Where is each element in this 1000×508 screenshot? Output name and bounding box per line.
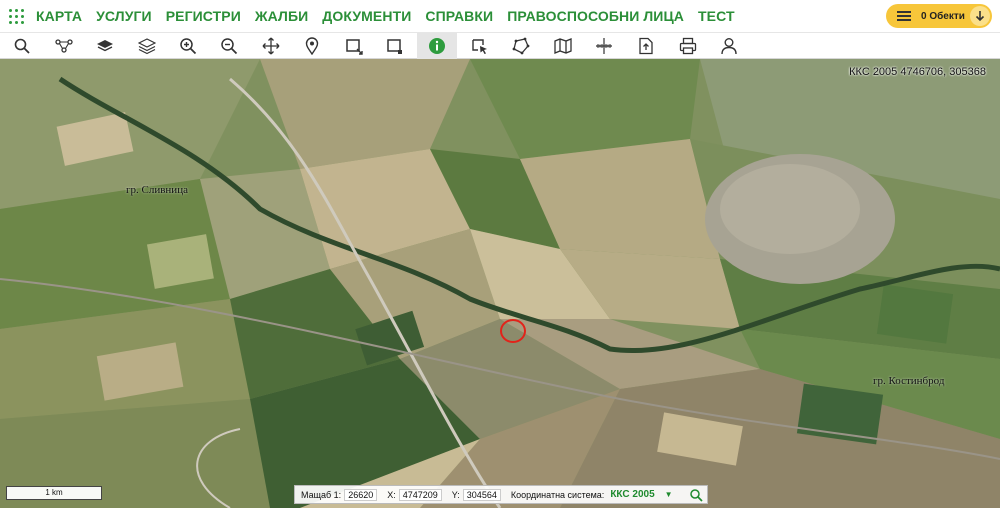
user-icon[interactable]	[709, 33, 749, 59]
hamburger-icon	[897, 9, 911, 23]
arrow-down-icon[interactable]	[970, 6, 990, 26]
map-toolbar	[0, 32, 1000, 59]
select-rectangle-icon[interactable]	[334, 33, 374, 59]
y-label: Y:	[451, 489, 460, 500]
layers-icon[interactable]	[127, 33, 167, 59]
zoom-out-icon[interactable]	[209, 33, 249, 59]
menu-item-map[interactable]: КАРТА	[36, 8, 82, 24]
coordinate-system-select[interactable]: ККС 2005	[610, 489, 654, 500]
menu-item-registers[interactable]: РЕГИСТРИ	[166, 8, 241, 24]
search-icon[interactable]	[2, 33, 42, 59]
pan-icon[interactable]	[251, 33, 291, 59]
scale-value-field[interactable]: 26620	[344, 488, 378, 501]
print-icon[interactable]	[668, 33, 708, 59]
x-value-field[interactable]: 4747209	[398, 488, 442, 501]
place-label-slivnitsa: гр. Сливница	[126, 184, 188, 196]
search-icon[interactable]	[689, 488, 703, 502]
menu-item-complaints[interactable]: ЖАЛБИ	[255, 8, 308, 24]
menu-item-test[interactable]: ТЕСТ	[698, 8, 735, 24]
zoom-in-icon[interactable]	[168, 33, 208, 59]
place-label-kostinbrod: гр. Костинброд	[873, 375, 945, 387]
top-navigation: КАРТА УСЛУГИ РЕГИСТРИ ЖАЛБИ ДОКУМЕНТИ СП…	[0, 0, 1000, 32]
coordinate-readout: ККС 2005 4746706, 305368	[849, 66, 986, 78]
grid-dots-icon[interactable]	[6, 0, 32, 32]
objects-button-label: 0 Обекти	[921, 10, 965, 22]
select-clear-icon[interactable]	[375, 33, 415, 59]
location-marker[interactable]	[500, 319, 526, 343]
identify-parcel-icon[interactable]	[460, 33, 500, 59]
base-layers-icon[interactable]	[85, 33, 125, 59]
menu-item-documents[interactable]: ДОКУМЕНТИ	[322, 8, 411, 24]
dropdown-arrow-icon[interactable]: ▼	[665, 490, 673, 499]
scale-label: Мащаб 1:	[301, 489, 342, 500]
coordinate-system-label: Координатна система:	[510, 489, 605, 500]
menu-item-licensed-persons[interactable]: ПРАВОСПОСОБНИ ЛИЦА	[507, 8, 684, 24]
map-sheets-icon[interactable]	[543, 33, 583, 59]
info-icon[interactable]	[417, 33, 457, 59]
draw-polygon-icon[interactable]	[501, 33, 541, 59]
scale-bar: 1 km	[6, 486, 102, 500]
satellite-imagery	[0, 59, 1000, 508]
map-viewport[interactable]: ККС 2005 4746706, 305368 гр. Сливница гр…	[0, 59, 1000, 508]
main-menu: КАРТА УСЛУГИ РЕГИСТРИ ЖАЛБИ ДОКУМЕНТИ СП…	[36, 8, 749, 24]
objects-button[interactable]: 0 Обекти	[886, 4, 992, 28]
export-icon[interactable]	[626, 33, 666, 59]
location-pin-icon[interactable]	[292, 33, 332, 59]
measure-icon[interactable]	[584, 33, 624, 59]
menu-item-reports[interactable]: СПРАВКИ	[425, 8, 493, 24]
route-icon[interactable]	[44, 33, 84, 59]
status-bar: Мащаб 1: 26620 X: 4747209 Y: 304564 Коор…	[294, 485, 708, 504]
menu-item-services[interactable]: УСЛУГИ	[96, 8, 152, 24]
x-label: X:	[387, 489, 396, 500]
y-value-field[interactable]: 304564	[462, 488, 501, 501]
